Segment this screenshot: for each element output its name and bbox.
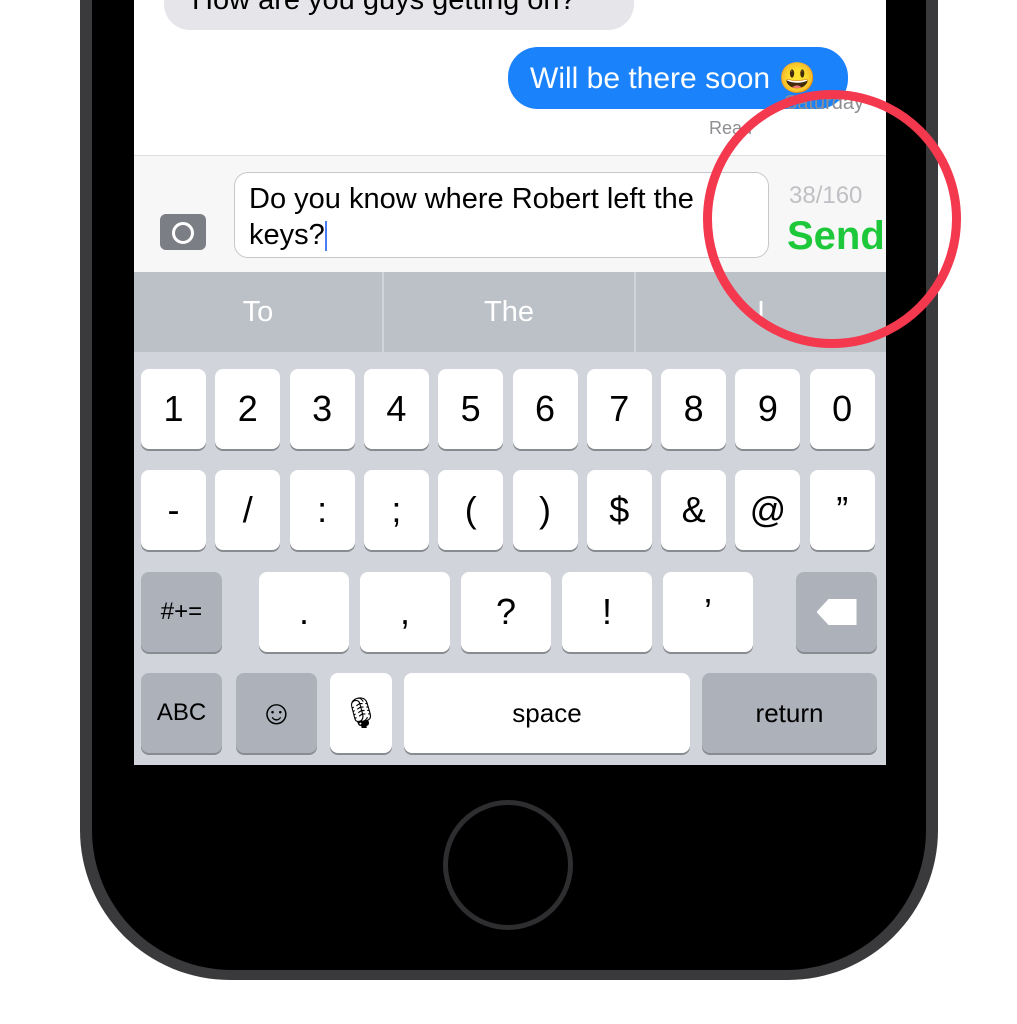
- key[interactable]: ?: [461, 572, 551, 652]
- emoji-icon: ☺: [259, 693, 294, 732]
- key[interactable]: 0: [809, 369, 875, 449]
- abc-key[interactable]: ABC: [141, 673, 222, 753]
- key[interactable]: ): [512, 470, 578, 550]
- message-text-line2: keys?: [249, 219, 325, 251]
- camera-icon[interactable]: [160, 214, 206, 250]
- suggestion-1[interactable]: To: [134, 272, 382, 352]
- key[interactable]: 4: [363, 369, 429, 449]
- message-input[interactable]: Do you know where Robert left the keys?: [234, 172, 769, 258]
- key[interactable]: 8: [661, 369, 727, 449]
- key[interactable]: 6: [512, 369, 578, 449]
- home-button[interactable]: [443, 800, 573, 930]
- microphone-icon: 🎙: [341, 696, 381, 730]
- message-text-line1: Do you know where Robert left the: [249, 183, 694, 215]
- key[interactable]: ;: [363, 470, 429, 550]
- symbols-key[interactable]: #+=: [141, 572, 222, 652]
- key[interactable]: @: [735, 470, 801, 550]
- key[interactable]: /: [215, 470, 281, 550]
- key[interactable]: 9: [735, 369, 801, 449]
- key[interactable]: ’: [663, 572, 753, 652]
- emoji-key[interactable]: ☺: [236, 673, 317, 753]
- keyboard: To The I 1-2/3:4; 5(6) 7 $8 & 9 @0” #+=.,?!’ ABC…: [134, 272, 886, 765]
- key[interactable]: ,: [360, 572, 450, 652]
- key[interactable]: (: [438, 470, 504, 550]
- key[interactable]: 1: [141, 369, 206, 449]
- dictation-key[interactable]: 🎙: [330, 673, 392, 753]
- text-cursor: [324, 221, 327, 252]
- key[interactable]: 2: [215, 369, 281, 449]
- key[interactable]: :: [289, 470, 355, 550]
- incoming-message: How are you guys getting on?: [164, 0, 634, 30]
- key[interactable]: 5: [438, 369, 504, 449]
- return-key[interactable]: return: [702, 673, 877, 753]
- suggestion-2[interactable]: The: [384, 272, 634, 352]
- key[interactable]: $: [586, 470, 652, 550]
- key[interactable]: .: [259, 572, 349, 652]
- backspace-icon: [816, 599, 857, 625]
- delete-key[interactable]: [796, 572, 877, 652]
- key[interactable]: 7: [586, 369, 652, 449]
- space-key[interactable]: space: [404, 673, 690, 753]
- key[interactable]: 3: [289, 369, 355, 449]
- key[interactable]: ”: [809, 470, 875, 550]
- key[interactable]: -: [141, 470, 206, 550]
- key[interactable]: !: [562, 572, 652, 652]
- key[interactable]: &: [661, 470, 727, 550]
- highlight-circle: [703, 90, 961, 348]
